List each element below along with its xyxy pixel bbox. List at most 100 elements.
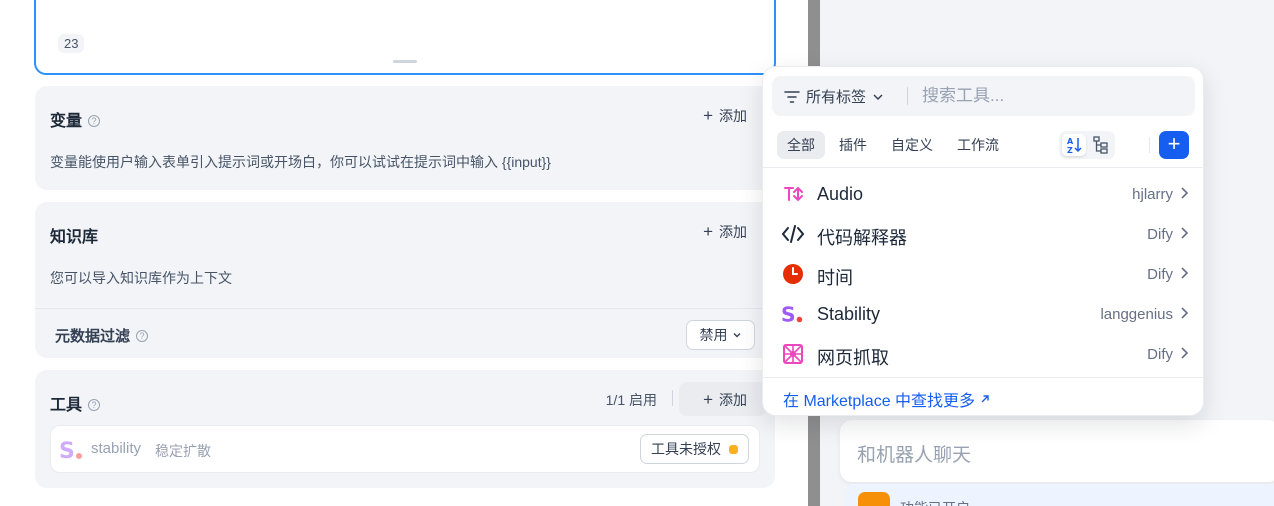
- divider: [763, 167, 1203, 168]
- chat-input[interactable]: 和机器人聊天: [840, 420, 1274, 482]
- tool-name: 代码解释器: [817, 228, 907, 248]
- prompt-char-count: 23: [58, 34, 85, 53]
- divider: [907, 87, 908, 105]
- chat-placeholder: 和机器人聊天: [857, 445, 972, 466]
- tool-name: Stability: [817, 304, 881, 324]
- tool-name: Audio: [817, 184, 864, 204]
- add-knowledge-label: 添加: [719, 224, 747, 240]
- plus-icon: +: [703, 222, 713, 241]
- tab-plugins[interactable]: 插件: [829, 131, 877, 159]
- tag-filter-dropdown[interactable]: 所有标签: [784, 86, 884, 107]
- variables-title: 变量?: [50, 107, 101, 131]
- plus-icon: +: [703, 106, 713, 125]
- tool-type-tabs: 全部 插件 自定义 工作流: [777, 131, 1009, 159]
- variables-title-text: 变量: [50, 113, 83, 130]
- divider: [35, 308, 775, 309]
- create-tool-button[interactable]: +: [1159, 131, 1189, 159]
- help-icon[interactable]: ?: [136, 330, 149, 342]
- metadata-filter-title: 元数据过滤?: [55, 325, 149, 346]
- tool-author: langgenius: [1100, 306, 1173, 323]
- help-icon[interactable]: ?: [88, 399, 101, 411]
- knowledge-card: 知识库 + 添加 您可以导入知识库作为上下文 元数据过滤? 禁用: [35, 202, 775, 358]
- metadata-filter-value: 禁用: [699, 327, 728, 343]
- opener-banner: 功能已开启: [846, 484, 1274, 506]
- opener-text: 功能已开启: [900, 498, 970, 506]
- tool-row-code-interpreter[interactable]: 代码解释器 Dify: [763, 212, 1203, 252]
- tools-card: 工具? 1/1 启用 + 添加 S stability 稳定扩散 工具未授权: [35, 370, 775, 488]
- warning-indicator: [729, 444, 738, 454]
- svg-text:Z: Z: [1067, 146, 1073, 155]
- tool-picker-popup: 所有标签 全部 插件 自定义 工作流 A Z +: [762, 66, 1204, 416]
- chevron-right-icon: [1181, 307, 1189, 319]
- tool-row-webscraper[interactable]: 网页抓取 Dify: [763, 332, 1203, 372]
- clock-icon: [783, 264, 803, 284]
- sort-az-button[interactable]: A Z: [1062, 134, 1086, 156]
- chevron-right-icon: [1181, 227, 1189, 239]
- tool-author: hjlarry: [1132, 186, 1173, 203]
- tool-name: 时间: [817, 268, 853, 288]
- svg-text:A: A: [1067, 137, 1074, 146]
- svg-text:S: S: [59, 439, 75, 462]
- tool-name: stability: [91, 440, 142, 457]
- divider: [1149, 137, 1150, 153]
- tree-view-button[interactable]: [1089, 134, 1113, 156]
- knowledge-description: 您可以导入知识库作为上下文: [50, 270, 232, 286]
- tab-workflow[interactable]: 工作流: [947, 131, 1009, 159]
- metadata-filter-label: 元数据过滤: [55, 328, 131, 345]
- tree-view-icon: [1093, 136, 1108, 154]
- chevron-right-icon: [1181, 347, 1189, 359]
- opener-icon: [858, 492, 890, 506]
- knowledge-title: 知识库: [50, 229, 99, 246]
- add-knowledge-button[interactable]: + 添加: [703, 222, 747, 242]
- variables-description: 变量能使用户输入表单引入提示词或开场白，你可以试试在提示词中输入 {{input…: [50, 154, 551, 170]
- filter-icon: [784, 90, 800, 103]
- webscraper-icon: [783, 344, 803, 364]
- variables-card: 变量? + 添加 变量能使用户输入表单引入提示词或开场白，你可以试试在提示词中输…: [35, 86, 775, 190]
- add-tool-label: 添加: [719, 392, 747, 408]
- tool-author: Dify: [1147, 346, 1173, 363]
- tools-title-text: 工具: [50, 397, 83, 414]
- marketplace-link-text: 在 Marketplace 中查找更多: [783, 393, 976, 410]
- tool-row-audio[interactable]: Audio hjlarry: [763, 172, 1203, 212]
- chevron-right-icon: [1181, 267, 1189, 279]
- tool-author: Dify: [1147, 266, 1173, 283]
- chevron-down-icon: [873, 93, 883, 100]
- tool-row-time[interactable]: 时间 Dify: [763, 252, 1203, 292]
- tool-author: Dify: [1147, 226, 1173, 243]
- authorize-tool-button[interactable]: 工具未授权: [640, 434, 749, 464]
- divider: [672, 390, 673, 406]
- tool-search-bar: 所有标签: [772, 76, 1195, 116]
- plus-icon: +: [703, 390, 713, 409]
- sort-az-icon: A Z: [1067, 137, 1082, 155]
- tab-custom[interactable]: 自定义: [881, 131, 943, 159]
- tool-status-label: 工具未授权: [651, 441, 721, 457]
- add-variable-button[interactable]: + 添加: [703, 106, 747, 126]
- svg-text:S: S: [781, 302, 796, 326]
- stability-icon: S: [781, 302, 803, 326]
- audio-icon: [784, 186, 803, 202]
- add-tool-button[interactable]: + 添加: [703, 390, 747, 410]
- tool-item-stability[interactable]: S stability 稳定扩散 工具未授权: [50, 425, 760, 473]
- marketplace-link[interactable]: 在 Marketplace 中查找更多: [783, 387, 991, 411]
- prompt-editor[interactable]: 23: [34, 0, 776, 75]
- chevron-right-icon: [1181, 187, 1189, 199]
- code-icon: [781, 225, 805, 243]
- config-pane: 23 变量? + 添加 变量能使用户输入表单引入提示词或开场白，你可以试试在提示…: [0, 0, 808, 506]
- tools-enabled-count: 1/1 启用: [605, 392, 657, 408]
- tool-description: 稳定扩散: [155, 443, 211, 459]
- tool-search-input[interactable]: [922, 83, 1182, 109]
- view-mode-toggle: A Z: [1059, 131, 1115, 159]
- tag-filter-label: 所有标签: [806, 89, 867, 106]
- tool-name: 网页抓取: [817, 348, 889, 368]
- stability-icon: S: [59, 439, 82, 462]
- chevron-down-icon: [733, 333, 740, 338]
- metadata-filter-select[interactable]: 禁用: [686, 320, 755, 350]
- tab-all[interactable]: 全部: [777, 131, 825, 159]
- external-link-icon: [981, 395, 989, 403]
- divider: [763, 377, 1203, 378]
- tool-row-stability[interactable]: S Stability langgenius: [763, 292, 1203, 332]
- add-variable-label: 添加: [719, 108, 747, 124]
- tools-title: 工具?: [50, 391, 101, 415]
- resize-handle[interactable]: [393, 60, 417, 63]
- help-icon[interactable]: ?: [88, 115, 101, 127]
